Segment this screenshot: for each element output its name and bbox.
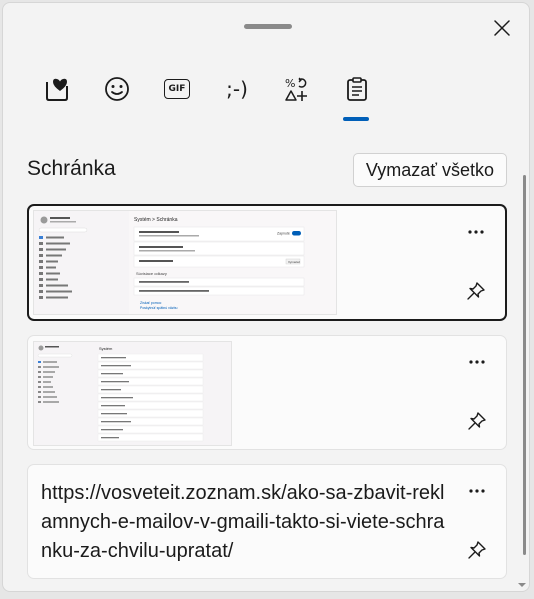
category-tabs: GIF ;-) % xyxy=(3,69,529,129)
svg-text:Zapnuté: Zapnuté xyxy=(277,232,290,236)
more-icon xyxy=(469,489,485,493)
clipboard-icon xyxy=(347,77,367,101)
tab-emoji[interactable] xyxy=(97,69,137,109)
emoji-clipboard-panel: GIF ;-) % Schránka Vymazať všetko Systém… xyxy=(2,2,530,592)
more-options-button[interactable] xyxy=(462,350,492,374)
svg-text:Poskytnúť spätnú väzbu: Poskytnúť spätnú väzbu xyxy=(140,306,178,310)
symbols-icon: % xyxy=(285,77,307,101)
clipboard-item-1[interactable]: Systém > Schránka Zapnuté Vymazať Súvisi… xyxy=(27,204,507,321)
pin-icon xyxy=(467,282,485,300)
tab-selected-indicator xyxy=(343,117,369,121)
clear-all-button[interactable]: Vymazať všetko xyxy=(353,153,507,187)
heart-icon xyxy=(46,78,68,101)
smiley-icon xyxy=(105,77,129,101)
section-title: Schránka xyxy=(27,157,116,180)
pin-button[interactable] xyxy=(462,406,492,436)
pin-button[interactable] xyxy=(461,276,491,306)
more-icon xyxy=(469,360,485,364)
clipboard-thumbnail-system: Systém xyxy=(33,341,232,446)
svg-text:Súvisiace odkazy: Súvisiace odkazy xyxy=(136,271,167,276)
clipboard-thumbnail-settings: Systém > Schránka Zapnuté Vymazať Súvisi… xyxy=(33,210,337,315)
pin-button[interactable] xyxy=(462,535,492,565)
more-options-button[interactable] xyxy=(461,220,491,244)
clipboard-text-url: https://vosveteit.zoznam.sk/ako-sa-zbavi… xyxy=(41,482,445,562)
tab-symbols[interactable]: % xyxy=(277,69,317,109)
close-button[interactable] xyxy=(487,13,517,43)
tab-kaomoji[interactable]: ;-) xyxy=(217,69,257,109)
svg-text:%: % xyxy=(285,77,295,90)
pin-icon xyxy=(468,412,486,430)
scrollbar[interactable] xyxy=(523,175,526,555)
gif-icon: GIF xyxy=(164,79,190,99)
svg-text:Systém > Schránka: Systém > Schránka xyxy=(134,217,178,223)
close-icon xyxy=(494,20,510,36)
more-options-button[interactable] xyxy=(462,479,492,503)
drag-handle[interactable] xyxy=(244,24,292,29)
clipboard-item-3[interactable]: https://vosveteit.zoznam.sk/ako-sa-zbavi… xyxy=(27,464,507,579)
system-screenshot-thumbnail: Systém xyxy=(34,342,231,445)
more-icon xyxy=(468,230,484,234)
settings-screenshot-thumbnail: Systém > Schránka Zapnuté Vymazať Súvisi… xyxy=(34,211,336,314)
tab-clipboard[interactable] xyxy=(337,69,377,109)
scroll-down-arrow-icon[interactable] xyxy=(517,581,527,589)
svg-text:Vymazať: Vymazať xyxy=(288,260,301,264)
clipboard-item-2[interactable]: Systém xyxy=(27,335,507,450)
tab-favorites[interactable] xyxy=(37,69,77,109)
pin-icon xyxy=(468,541,486,559)
svg-text:Systém: Systém xyxy=(99,346,113,351)
svg-text:Získať pomoc: Získať pomoc xyxy=(140,301,162,305)
kaomoji-icon: ;-) xyxy=(226,77,248,101)
tab-gif[interactable]: GIF xyxy=(157,69,197,109)
